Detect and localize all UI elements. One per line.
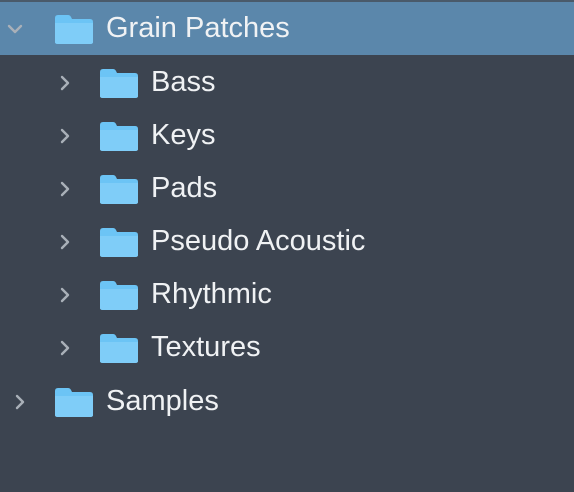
file-tree: Grain Patches Bass Keys Pads Pseudo Acou…	[0, 0, 574, 492]
folder-icon	[98, 331, 140, 365]
tree-item-label: Rhythmic	[151, 278, 272, 310]
chevron-right-icon[interactable]	[11, 393, 29, 411]
chevron-right-icon[interactable]	[56, 180, 74, 198]
tree-item-grain-patches[interactable]: Grain Patches	[0, 2, 574, 55]
tree-item-rhythmic[interactable]: Rhythmic	[0, 268, 574, 321]
tree-item-label: Pads	[151, 172, 218, 204]
tree-item-textures[interactable]: Textures	[0, 321, 574, 374]
folder-icon	[98, 172, 140, 206]
tree-item-pads[interactable]: Pads	[0, 162, 574, 215]
chevron-right-icon[interactable]	[56, 286, 74, 304]
folder-icon	[98, 66, 140, 100]
tree-item-label: Samples	[106, 385, 219, 417]
folder-icon	[53, 12, 95, 46]
folder-icon	[98, 119, 140, 153]
tree-item-label: Grain Patches	[106, 12, 290, 44]
tree-item-bass[interactable]: Bass	[0, 56, 574, 109]
folder-icon	[53, 385, 95, 419]
tree-item-label: Textures	[151, 331, 261, 363]
chevron-down-icon[interactable]	[6, 20, 24, 38]
tree-item-pseudo-acoustic[interactable]: Pseudo Acoustic	[0, 215, 574, 268]
chevron-right-icon[interactable]	[56, 339, 74, 357]
chevron-right-icon[interactable]	[56, 74, 74, 92]
chevron-right-icon[interactable]	[56, 127, 74, 145]
folder-icon	[98, 278, 140, 312]
chevron-right-icon[interactable]	[56, 233, 74, 251]
tree-item-label: Keys	[151, 119, 216, 151]
tree-item-samples[interactable]: Samples	[0, 375, 574, 428]
tree-item-label: Bass	[151, 66, 216, 98]
tree-item-keys[interactable]: Keys	[0, 109, 574, 162]
tree-item-label: Pseudo Acoustic	[151, 225, 366, 257]
folder-icon	[98, 225, 140, 259]
